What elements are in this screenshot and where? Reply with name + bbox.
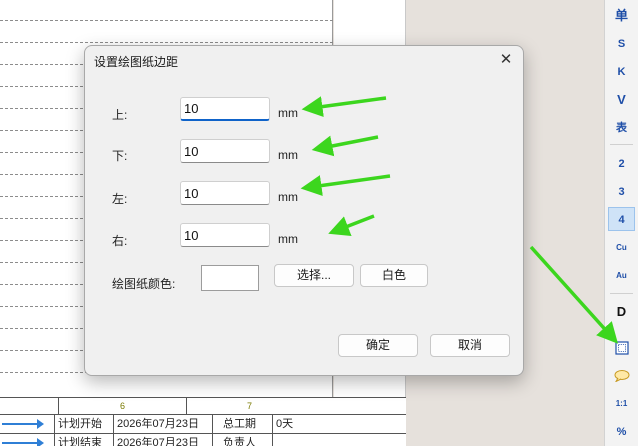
toolbar-button-4[interactable]: 4 <box>608 207 635 231</box>
toolbar-button-percent[interactable]: % <box>608 420 635 444</box>
right-margin-input[interactable] <box>180 223 270 247</box>
gantt-column-number: 6 <box>58 398 186 415</box>
toolbar-button-cu[interactable]: Cu <box>608 236 635 260</box>
left-margin-input[interactable] <box>180 181 270 205</box>
toolbar-button-d[interactable]: D <box>608 300 635 324</box>
gantt-header: 6 7 <box>0 398 406 415</box>
left-margin-unit: mm <box>278 190 298 204</box>
toolbar-separator <box>610 293 633 294</box>
close-icon[interactable]: ✕ <box>495 50 517 70</box>
gantt-row-field: 总工期 <box>212 415 272 434</box>
dialog-title: 设置绘图纸边距 <box>94 55 179 69</box>
gantt-row-date: 2026年07月23日 <box>113 415 212 434</box>
comment-icon[interactable] <box>608 364 635 388</box>
right-margin-unit: mm <box>278 232 298 246</box>
toolbar-button-2[interactable]: 2 <box>608 152 635 176</box>
paper-color-swatch[interactable] <box>201 265 259 291</box>
cancel-button[interactable]: 取消 <box>430 334 510 357</box>
page-margin-icon[interactable] <box>608 336 635 360</box>
page-margin-dialog: 设置绘图纸边距 ✕ 上: mm 下: mm 左: mm 右: mm 绘图纸颜色:… <box>84 45 524 376</box>
toolbar-button-table[interactable]: 表 <box>608 116 635 140</box>
toolbar-button-3[interactable]: 3 <box>608 180 635 204</box>
top-margin-unit: mm <box>278 106 298 120</box>
table-row[interactable]: 计划开始 2026年07月23日 总工期 0天 <box>0 415 406 434</box>
left-margin-label: 左: <box>112 192 128 206</box>
paper-color-label: 绘图纸颜色: <box>112 277 176 291</box>
bottom-margin-input[interactable] <box>180 139 270 163</box>
right-margin-label: 右: <box>112 234 128 248</box>
toolbar-button-k[interactable]: K <box>608 60 635 84</box>
gantt-row-date: 2026年07月23日 <box>113 434 212 446</box>
gantt-column-number: 7 <box>186 398 312 415</box>
gantt-row-label: 计划结束 <box>54 434 113 446</box>
select-color-button[interactable]: 选择... <box>274 264 354 287</box>
toolbar-button-au[interactable]: Au <box>608 264 635 288</box>
white-color-button[interactable]: 白色 <box>360 264 428 287</box>
gantt-table[interactable]: 6 7 计划开始 2026年07月23日 总工期 0天 计划结束 2026年07… <box>0 397 406 446</box>
toolbar-button-s[interactable]: S <box>608 32 635 56</box>
toolbar-separator <box>610 144 633 145</box>
right-toolbar: 单 S K V 表 2 3 4 Cu Au D 1:1 % <box>604 0 638 446</box>
toolbar-button-single[interactable]: 单 <box>608 4 635 28</box>
annotation-arrow <box>529 245 619 344</box>
top-margin-label: 上: <box>112 108 128 122</box>
top-margin-input[interactable] <box>180 97 270 121</box>
toolbar-button-zoom-1-1[interactable]: 1:1 <box>608 392 635 416</box>
grid-line <box>0 42 333 43</box>
gantt-row-label: 计划开始 <box>54 415 113 434</box>
toolbar-button-v[interactable]: V <box>608 88 635 112</box>
gantt-arrow-icon <box>2 419 44 429</box>
gantt-row-value <box>272 434 332 446</box>
gantt-row-value: 0天 <box>272 415 332 434</box>
gantt-row-field: 负责人 <box>212 434 272 446</box>
bottom-margin-unit: mm <box>278 148 298 162</box>
table-row[interactable]: 计划结束 2026年07月23日 负责人 <box>0 434 406 446</box>
ok-button[interactable]: 确定 <box>338 334 418 357</box>
grid-line <box>0 20 333 21</box>
gantt-arrow-icon <box>2 438 44 446</box>
bottom-margin-label: 下: <box>112 149 128 163</box>
